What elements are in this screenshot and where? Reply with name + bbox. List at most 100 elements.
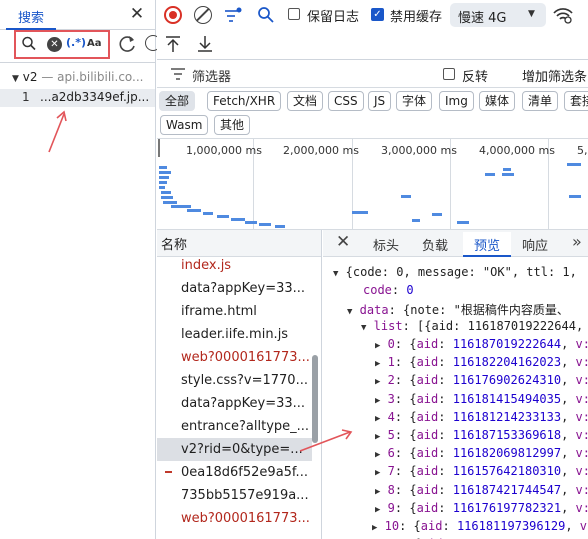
chip-doc[interactable]: 文档 (287, 91, 324, 111)
filter-input[interactable]: 筛选器 (192, 66, 231, 85)
throttle-select[interactable]: 慢速 4G ▼ (450, 3, 546, 27)
json-list-item[interactable]: ▶ 7: {aid: 116157642180310, v: (375, 464, 588, 478)
json-index: 2 (387, 373, 395, 388)
chip-img[interactable]: Img (439, 91, 474, 111)
json-line: code: 0 (363, 283, 414, 297)
divider (0, 62, 155, 63)
clear-log-button[interactable] (194, 6, 212, 24)
list-header[interactable]: 名称 (157, 230, 321, 257)
timeline-bar (503, 168, 511, 171)
json-list-line[interactable]: ▼ list: [{aid: 116187019222644, v (361, 319, 588, 333)
search-result-row[interactable]: 1 ...a2db3349ef.jp... (0, 89, 155, 107)
tab-headers[interactable]: 标头 (373, 235, 399, 254)
timeline-bar (161, 191, 171, 194)
request-row[interactable]: web?0000161773... (157, 346, 312, 369)
request-row[interactable]: leader.iife.min.js (157, 323, 312, 346)
chip-font[interactable]: 字体 (396, 91, 433, 111)
tab-response[interactable]: 响应 (522, 235, 548, 254)
json-tail: v: (575, 337, 588, 351)
search-icon[interactable] (257, 6, 275, 24)
request-row[interactable]: index.js (157, 254, 312, 277)
json-tail: v: (575, 464, 588, 479)
timeline-bar (275, 225, 285, 228)
invert-checkbox[interactable] (443, 68, 455, 80)
json-list-item[interactable]: ▶ 10: {aid: 116181197396129, v: (372, 519, 588, 533)
json-list-item[interactable]: ▶ 8: {aid: 116187421744547, v: (375, 483, 588, 497)
json-aid: 116176197782321 (452, 500, 562, 515)
tab-preview[interactable]: 预览 (463, 232, 511, 257)
regex-toggle[interactable]: (.*) (66, 36, 86, 49)
json-tail: v: (575, 373, 588, 388)
json-list-item[interactable]: ▶ 6: {aid: 116182069812997, v: (375, 446, 588, 460)
request-row[interactable]: iframe.html (157, 300, 312, 323)
json-index: 10 (384, 519, 400, 533)
timeline-bar (159, 166, 167, 169)
json-tail: v: (575, 482, 588, 497)
clear-search-button[interactable]: ✕ (47, 37, 62, 52)
chip-manifest[interactable]: 清单 (522, 91, 559, 111)
record-button[interactable] (164, 6, 182, 24)
close-icon[interactable]: ✕ (336, 232, 350, 252)
more-tabs-icon[interactable]: » (572, 232, 582, 251)
request-row[interactable]: style.css?v=1770... (157, 369, 312, 392)
search-input[interactable]: ✕ (.*) Aa (14, 30, 110, 59)
export-har-icon[interactable] (197, 35, 213, 53)
chip-css[interactable]: CSS (328, 91, 364, 111)
chip-js[interactable]: JS (368, 91, 392, 111)
preserve-log-checkbox[interactable] (288, 8, 300, 20)
timeline-bar (432, 213, 442, 216)
json-list-item[interactable]: ▶ 5: {aid: 116187153369618, v: (375, 428, 588, 442)
close-icon[interactable]: ✕ (127, 4, 147, 24)
network-overview[interactable]: 1,000,000 ms 2,000,000 ms 3,000,000 ms 4… (157, 138, 588, 230)
timeline-tick-label: 2,000,000 ms (283, 144, 359, 157)
json-index: 9 (387, 500, 395, 515)
json-list-item[interactable]: ▶ 4: {aid: 116181214233133, v: (375, 410, 588, 424)
json-index: 0 (387, 337, 395, 351)
network-conditions-icon[interactable] (552, 6, 574, 24)
json-aid: 116157642180310 (452, 464, 562, 479)
refresh-icon[interactable] (116, 33, 138, 55)
filter-icon[interactable] (223, 6, 243, 26)
json-index: 6 (387, 446, 395, 461)
timeline-bar (159, 186, 165, 189)
tab-search[interactable]: 搜索 (6, 7, 56, 30)
tab-payload[interactable]: 负载 (422, 235, 448, 254)
disable-cache-checkbox[interactable]: ✓ (371, 8, 384, 21)
json-list-item[interactable]: ▶ 0: {aid: 116187019222644, v: (375, 337, 588, 351)
json-list-item[interactable]: ▶ 9: {aid: 116176197782321, v: (375, 501, 588, 515)
json-aid: 116181214233133 (452, 409, 562, 424)
chip-fetch-xhr[interactable]: Fetch/XHR (207, 91, 282, 111)
request-row[interactable]: entrance?alltype_... (157, 415, 312, 438)
json-root-line[interactable]: ▼ {code: 0, message: "OK", ttl: 1, (333, 265, 577, 279)
scrollbar[interactable] (312, 355, 318, 443)
chip-socket[interactable]: 套接 (564, 91, 588, 111)
json-index: 7 (387, 464, 395, 479)
chip-other[interactable]: 其他 (214, 115, 251, 135)
timeline-bar (161, 196, 173, 199)
import-har-icon[interactable] (165, 35, 181, 53)
timeline-tick-label: 1,000,000 ms (186, 144, 262, 157)
json-key: list (373, 319, 403, 333)
request-row[interactable]: web?0000161773... (157, 507, 312, 530)
match-case-toggle[interactable]: Aa (87, 38, 102, 49)
timeline-tick-label: 3,000,000 ms (381, 144, 457, 157)
json-aid: 116181197396129 (456, 519, 566, 533)
more-filters-button[interactable]: 增加筛选条 (522, 66, 587, 85)
caret-right-icon: ▶ (375, 432, 381, 442)
search-result-group[interactable]: ▼ v2 — api.bilibili.co... (12, 70, 155, 86)
json-list-item[interactable]: ▶ 3: {aid: 116181415494035, v: (375, 392, 588, 406)
request-row[interactable]: 735bb5157e919a... (157, 484, 312, 507)
request-row[interactable]: 0ea18d6f52e9a5f... (157, 461, 312, 484)
request-row-selected[interactable]: v2?rid=0&type=... (157, 438, 312, 461)
json-list-item[interactable]: ▶ 2: {aid: 116176902624310, v: (375, 373, 588, 387)
chip-wasm[interactable]: Wasm (160, 115, 209, 135)
json-list-item[interactable]: ▶ 1: {aid: 116182204162023, v: (375, 355, 588, 369)
request-row[interactable]: data?appKey=33... (157, 277, 312, 300)
timeline-bar (163, 201, 177, 204)
chip-media[interactable]: 媒体 (479, 91, 516, 111)
request-row[interactable]: data?appKey=33... (157, 392, 312, 415)
preserve-log-label: 保留日志 (307, 10, 360, 25)
chip-all[interactable]: 全部 (159, 91, 196, 111)
timeline-bar (569, 195, 581, 198)
json-data-line[interactable]: ▼ data: {note: "根据稿件内容质量、 (347, 301, 569, 318)
